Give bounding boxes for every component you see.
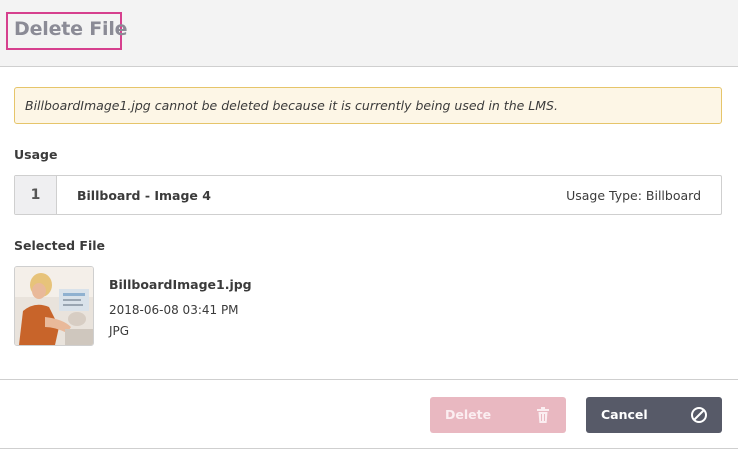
cancel-button[interactable]: Cancel (586, 397, 722, 433)
trash-icon (537, 407, 549, 423)
dialog-footer: Delete Cancel (0, 379, 738, 449)
delete-button-label: Delete (445, 407, 492, 422)
ban-icon (691, 407, 707, 423)
usage-item-name: Billboard - Image 4 (77, 188, 211, 203)
cancel-button-label: Cancel (601, 407, 648, 422)
usage-list-item: 1 Billboard - Image 4 Usage Type: Billbo… (14, 175, 722, 215)
selected-file-section-label: Selected File (14, 238, 105, 253)
usage-item-index: 1 (15, 176, 57, 214)
delete-button[interactable]: Delete (430, 397, 566, 433)
selected-file-type: JPG (109, 324, 130, 338)
dialog-title: Delete File (14, 18, 128, 40)
warning-alert: BillboardImage1.jpg cannot be deleted be… (14, 87, 722, 124)
dialog-header: Delete File (0, 0, 738, 67)
photo-thumbnail-icon (15, 267, 93, 345)
warning-message: BillboardImage1.jpg cannot be deleted be… (25, 98, 558, 113)
selected-file-name: BillboardImage1.jpg (109, 277, 252, 292)
selected-file-date: 2018-06-08 03:41 PM (109, 303, 239, 317)
usage-item-type: Usage Type: Billboard (566, 188, 701, 203)
file-thumbnail (14, 266, 94, 346)
usage-section-label: Usage (14, 147, 58, 162)
